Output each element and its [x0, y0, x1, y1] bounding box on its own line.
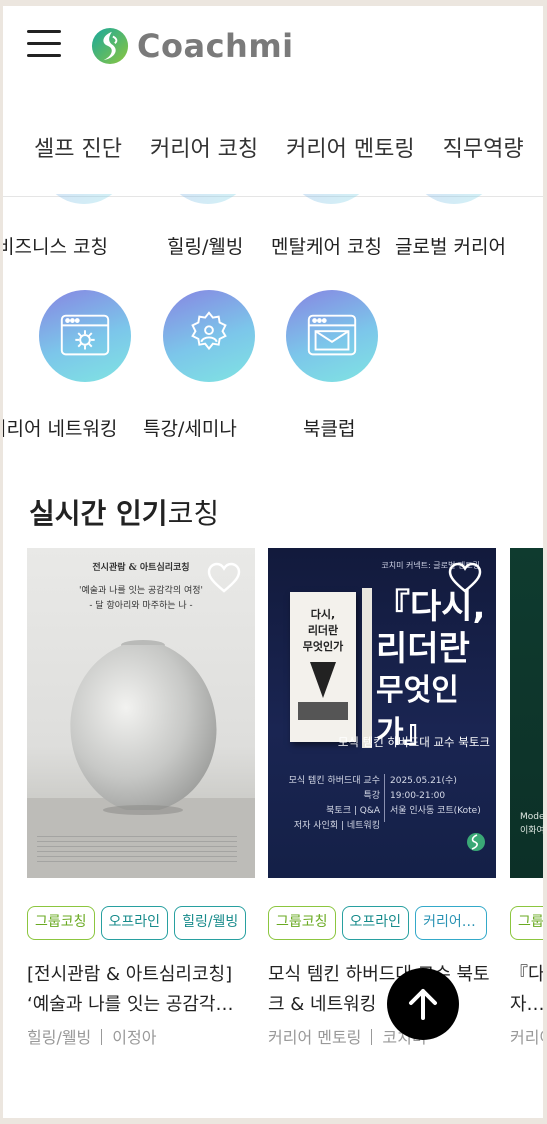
- card-meta: 힐링/웰빙 이정아: [27, 1024, 156, 1048]
- poster-headline: 『다시, 리더란 무엇인가』: [376, 586, 490, 754]
- poster-line: - 달 항아리와 마주하는 나 -: [89, 601, 193, 611]
- poster-line: 모식 템킨 하버드대 교수 특강: [288, 776, 380, 801]
- poster-line: 모식 템킨 하버드대 교수 북토크: [337, 735, 490, 749]
- tag-group-coaching[interactable]: 그룹코칭: [268, 906, 336, 940]
- section-title-light: 코칭: [167, 497, 220, 530]
- category-global-career[interactable]: 글로벌 커리어: [395, 232, 506, 259]
- browser-gear-icon: [60, 314, 110, 356]
- poster-divider: [384, 774, 385, 822]
- card-thumbnail[interactable]: 코치미 커넥트: 글로벌 멘토링 다시, 리더란 무엇인가 『다시, 리더란 무엇인…: [268, 548, 496, 878]
- tag-offline[interactable]: 오프라인: [100, 906, 169, 940]
- poster-info-right: 2025.05.21(수) 19:00-21:00 서울 인사동 코트(Kote…: [390, 774, 490, 819]
- coachmi-logo-icon: [91, 27, 129, 65]
- poster-details-text: [37, 836, 237, 837]
- app-frame: Coachmi 셀프 진단 커리어 코칭 커리어 멘토링 직무역량 비즈니스 코…: [3, 6, 543, 1118]
- tab-self-diagnosis[interactable]: 셀프 진단: [34, 124, 122, 184]
- tab-job-competency[interactable]: 직무역량: [443, 124, 524, 184]
- tag-offline[interactable]: 오프라인: [341, 906, 410, 940]
- tab-career-coaching[interactable]: 커리어 코칭: [150, 124, 258, 184]
- tag-category[interactable]: 커리어 …: [415, 906, 488, 940]
- coaching-card[interactable]: 코치미 커넥트: 글로벌 멘토링 다시, 리더란 무엇인가 『다시, 리더란 무엇인…: [268, 548, 496, 1047]
- poster-line: 저자 사인회 | 네트워킹: [293, 821, 380, 831]
- category-healing-wellbeing[interactable]: 힐링/웰빙: [167, 232, 243, 259]
- logo[interactable]: Coachmi: [91, 26, 294, 66]
- card-title[interactable]: 『다시, 리더란 무엇인가』 저자…: [510, 960, 543, 1020]
- coaching-card[interactable]: 전시관람 & 아트심리코칭 '예술과 나를 잇는 공감각의 여정' - 달 항아…: [27, 548, 255, 1047]
- coaching-card[interactable]: Moderator 이화여대 그룹코칭 『다시, 리더란 무엇인가』 저자… 커…: [510, 548, 543, 1047]
- poster-line: 19:00-21:00: [390, 791, 446, 801]
- browser-mail-icon: [307, 314, 357, 356]
- category-icon-bookclub[interactable]: [286, 290, 378, 382]
- book-cover-image: 다시, 리더란 무엇인가: [290, 592, 356, 742]
- poster-line: 북토크 | Q&A: [326, 806, 380, 816]
- logo-text: Coachmi: [137, 27, 294, 65]
- card-title[interactable]: [전시관람 & 아트심리코칭] ‘예술과 나를 잇는 공감각…: [27, 960, 255, 1020]
- poster-line: 서울 인사동 코트(Kote): [390, 806, 481, 816]
- heart-icon[interactable]: [448, 562, 482, 594]
- poster-line: 2025.05.21(수): [390, 776, 457, 786]
- poster-info: Moderator 이화여대: [520, 810, 543, 838]
- card-category: 커리어 멘토링: [268, 1028, 362, 1047]
- section-title: 실시간 인기코칭: [29, 492, 219, 532]
- category-career-networking[interactable]: 커리어 네트워킹: [3, 414, 117, 441]
- tag-group-coaching[interactable]: 그룹코칭: [27, 906, 95, 940]
- person-gear-icon: [191, 311, 227, 351]
- card-title[interactable]: 모식 템킨 하버드대 교수 북토크 & 네트워킹: [268, 960, 496, 1020]
- category-icon-career-networking[interactable]: [39, 290, 131, 382]
- scroll-to-top-button[interactable]: [387, 968, 459, 1040]
- category-icon-top[interactable]: [286, 194, 376, 204]
- card-tags: 그룹코칭: [510, 906, 543, 940]
- category-mental-care[interactable]: 멘탈케어 코칭: [271, 232, 382, 259]
- category-labels-row1: 비즈니스 코칭 힐링/웰빙 멘탈케어 코칭 글로벌 커리어: [3, 232, 543, 262]
- tab-career-mentoring[interactable]: 커리어 멘토링: [286, 124, 414, 184]
- category-icon-lecture-seminar[interactable]: [163, 290, 255, 382]
- poster-line: Moderator: [520, 812, 543, 822]
- card-author: 이정아: [112, 1028, 157, 1047]
- card-meta: 커리어: [510, 1024, 543, 1048]
- card-category: 커리어: [510, 1028, 543, 1047]
- card-tags: 그룹코칭 오프라인 힐링/웰빙: [27, 906, 247, 940]
- card-tags: 그룹코칭 오프라인 커리어 …: [268, 906, 488, 940]
- category-bookclub[interactable]: 북클럽: [303, 414, 355, 441]
- popular-coaching-carousel: 전시관람 & 아트심리코칭 '예술과 나를 잇는 공감각의 여정' - 달 항아…: [3, 548, 543, 1048]
- menu-icon[interactable]: [27, 28, 61, 58]
- book-spine-image: [362, 588, 372, 748]
- category-icons-row1-partial: [3, 194, 543, 204]
- category-icon-top[interactable]: [39, 194, 129, 204]
- section-title-bold: 실시간 인기: [29, 497, 168, 530]
- header: Coachmi: [3, 6, 543, 86]
- poster-info-left: 모식 템킨 하버드대 교수 특강 북토크 | Q&A 저자 사인회 | 네트워킹: [282, 774, 380, 834]
- category-icon-top[interactable]: [409, 194, 499, 204]
- category-labels-row2: 커리어 네트워킹 특강/세미나 북클럽: [3, 414, 543, 444]
- category-icon-top[interactable]: [163, 194, 253, 204]
- card-thumbnail[interactable]: 전시관람 & 아트심리코칭 '예술과 나를 잇는 공감각의 여정' - 달 항아…: [27, 548, 255, 878]
- heart-icon[interactable]: [207, 562, 241, 594]
- arrow-up-icon: [409, 989, 437, 1020]
- coachmi-logo-icon: [467, 833, 485, 851]
- poster-line: 이화여대: [520, 826, 543, 836]
- category-tabs: 셀프 진단 커리어 코칭 커리어 멘토링 직무역량: [3, 124, 543, 184]
- category-icons-row2: [3, 290, 543, 386]
- tag-group-coaching[interactable]: 그룹코칭: [510, 906, 543, 940]
- category-lecture-seminar[interactable]: 특강/세미나: [143, 414, 237, 441]
- category-business-coaching[interactable]: 비즈니스 코칭: [3, 232, 108, 259]
- tag-category[interactable]: 힐링/웰빙: [174, 906, 247, 940]
- poster-line: 리더란: [376, 629, 470, 669]
- card-thumbnail[interactable]: Moderator 이화여대: [510, 548, 543, 878]
- card-category: 힐링/웰빙: [27, 1028, 92, 1047]
